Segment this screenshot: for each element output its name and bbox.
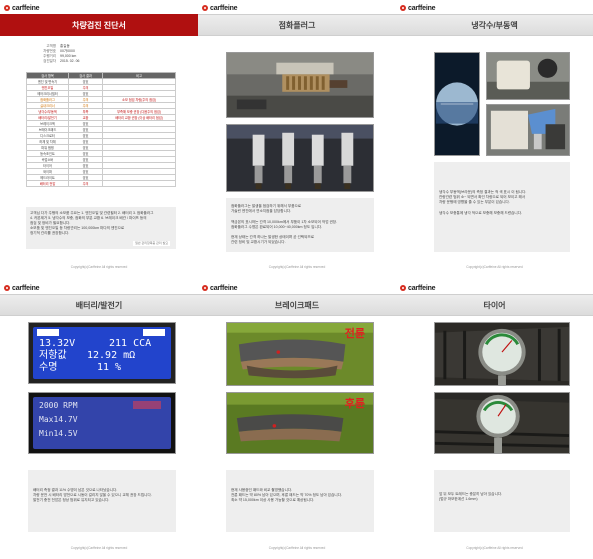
brand-logo: carffeine [400,3,436,13]
page-title: 차량검진 진단서 [0,14,198,36]
caption-line: 최소 약 15,000km 이상 사용 가능할 것으로 예상됩니다. [231,498,315,503]
refill-image [487,105,569,155]
tread-gauge-image-rear [435,393,569,453]
reservoir-image [487,53,569,99]
table-row: 배터리 전압 주의 [26,180,176,187]
rear-brake-pad-photo: 후륜 [226,392,374,454]
summary-box: 고객님 다가 주행의 소모품 주요는 1. 엔진오일 및 관련필터 2. 배터리… [26,207,176,249]
rear-tire-gauge-photo [434,392,570,454]
caption-box: 냉각수 부동액(브라운)의 측정 결과는 적 색 표시 이 됩니다. 잔량관련 … [434,162,570,252]
page-title: 브레이크패드 [198,294,396,316]
alternator-tester-display: 2000 RPM Max14.7V Min14.5V [33,397,171,449]
info-label: 검진일자 [43,59,56,63]
min-voltage-reading: Min14.5V [39,429,78,438]
page-footer: Copyright(c)Carffeine All rights reserve… [466,265,523,269]
battery-tester-photo: 13.32V 211 CCA 저항값 12.92 mΩ 수명 11 % [28,322,176,384]
caption-line: 냉각수 보충통에 냉각 적으로 보충해 보충해 드렸습니다. [439,210,523,215]
spark-plugs-image [227,125,373,191]
carffeine-logo-icon [400,5,406,11]
carffeine-logo-icon [202,285,208,291]
caption-box: 현재 사용중인 패드와 비교 촬영했습니다. 전륜 패드는 약 80% 남아 있… [226,470,374,532]
front-label: 전륜 [344,328,365,340]
brand-name: carffeine [210,4,238,12]
spark-plug-image [227,53,373,117]
report-page-summary: carffeine 차량검진 진단서 고객명 홍길동 차량번호 00가0000 주행… [0,0,198,279]
table-cell-item: 배터리 전압 [26,180,69,187]
life-reading: 11 % [97,362,122,373]
page-footer: Copyright(c)Carffeine All rights reserve… [70,265,128,269]
battery-tester-display: 13.32V 211 CCA 저항값 12.92 mΩ 수명 11 % [33,327,171,379]
caption-box: 앞 뒤 모두 트레드는 충분히 남아 있습니다. (법규 마모한계선 1.6mm… [434,470,570,532]
report-page-coolant: carffeine 냉각수/부동액 냉각수 부동액(브라운)의 측정 결과는 적… [396,0,593,279]
page-footer: Copyright(c)Carffeine All rights reserve… [466,546,523,550]
vehicle-info: 고객명 홍길동 차량번호 00가0000 주행거리 99,000 km 검진일자 201… [30,44,130,64]
page-footer: Copyright(c)Carffeine All rights reserve… [70,546,128,550]
caption-box: 배터리 측정 결과 11% 수명이 남은 것으로 나타났습니다. 차량 운전 시… [28,470,176,532]
spark-plugs-comparison-photo [226,124,374,192]
brand-logo: carffeine [4,283,40,293]
report-page-spark-plug: carffeine 점화플러그 점화플러그는 발생을 점검하기 위해서 부품으로… [198,0,396,279]
cca-reading: 211 CCA [109,338,152,349]
page-title: 배터리/발전기 [0,294,198,316]
info-value: 2015. 02. 06 [60,59,80,63]
caption-line: 관련 정비 및 교환시기가 되었습니다. [231,240,286,245]
page-title: 점화플러그 [198,14,396,36]
table-cell-result: 주의 [68,180,103,187]
caption-box: 점화플러그는 발생을 점검하기 위해서 부품으로 가솔린 엔진에서 연소지점을 … [226,198,374,252]
brand-logo: carffeine [400,283,436,293]
caption-line: 발전기 충전 전압은 정상 범위로 유지되고 있습니다. [33,498,110,503]
page-footer: Copyright(c)Carffeine All rights reserve… [268,265,326,269]
report-page-brake-pads: carffeine 브레이크패드 전륜 후륜 현재 사용중인 패드와 비교 촬영… [198,280,396,559]
resistance-label: 저항값 [39,350,67,361]
brand-logo: carffeine [202,3,238,13]
resistance-reading: 12.92 mΩ [87,350,136,361]
summary-line: 정기적 관리를 권장합니다. [30,231,70,235]
caption-line: (법규 마모한계선 1.6mm) [439,497,478,502]
coolant-refill-photo [486,104,570,156]
coolant-tester-photo [434,52,480,156]
inspection-table: 검사 항목 검사 결과 비고 엔진 및 변속기 양호 엔진오일 주의 에어크리너필터 양호… [26,72,176,187]
report-page-tires: carffeine 타이어 앞 뒤 모두 트레드는 충분히 남아 있습니다. (… [396,280,593,559]
carffeine-logo-icon [4,5,10,11]
spark-plug-photo [226,52,374,118]
brand-logo: carffeine [4,3,40,13]
rear-label: 후륜 [344,398,365,410]
alternator-tester-photo: 2000 RPM Max14.7V Min14.5V [28,392,176,454]
carffeine-logo-icon [4,285,10,291]
table-cell-note [102,180,176,187]
brand-name: carffeine [12,284,40,292]
voltage-reading: 13.32V [39,338,76,349]
refractometer-image [435,53,479,155]
max-voltage-reading: Max14.7V [39,415,78,424]
brand-name: carffeine [408,4,436,12]
brand-name: carffeine [408,284,436,292]
life-label: 수명 [39,362,58,373]
summary-tag: 일반 관리항목중 관리 필요 [133,241,170,246]
coolant-reservoir-photo [486,52,570,100]
brand-name: carffeine [210,284,238,292]
brand-name: carffeine [12,4,40,12]
rpm-reading: 2000 RPM [39,401,78,410]
front-brake-pad-photo: 전륜 [226,322,374,386]
page-footer: Copyright(c)Carffeine All rights reserve… [268,546,326,550]
report-page-battery: carffeine 배터리/발전기 13.32V 211 CCA 저항값 12.… [0,280,198,559]
brand-logo: carffeine [202,283,238,293]
carffeine-logo-icon [400,285,406,291]
carffeine-logo-icon [202,5,208,11]
page-title: 냉각수/부동액 [396,14,593,36]
page-title: 타이어 [396,294,593,316]
tread-gauge-image-front [435,323,569,385]
front-tire-gauge-photo [434,322,570,386]
